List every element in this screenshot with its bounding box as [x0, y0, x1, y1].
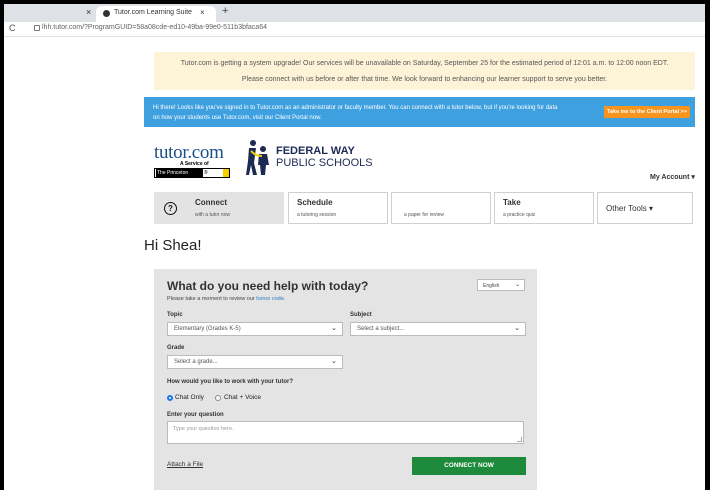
tab-strip: × Tutor.com Learning Suite × +	[4, 4, 705, 22]
chat-voice-radio[interactable]	[215, 395, 221, 401]
new-tab-button[interactable]: +	[222, 5, 228, 17]
chat-only-radio[interactable]	[167, 395, 173, 401]
language-select[interactable]: English ⌄	[477, 279, 525, 291]
notice-line-2: Please connect with us before or after t…	[241, 76, 608, 83]
upgrade-notice: Tutor.com is getting a system upgrade! O…	[154, 52, 695, 90]
tab-other-tools-label: Other Tools ▾	[606, 204, 653, 213]
princeton-accent	[223, 169, 229, 177]
my-account-menu[interactable]: My Account ▾	[650, 173, 695, 181]
notice-line-1: Tutor.com is getting a system upgrade! O…	[180, 60, 669, 67]
language-value: English	[483, 283, 500, 289]
tab-take-label: Take	[503, 198, 521, 207]
browser-window: × Tutor.com Learning Suite × + C lhh.tut…	[4, 4, 705, 490]
tab-review-sub: a paper for review	[404, 212, 445, 218]
banner-line-2: on how your students use Tutor.com, visi…	[153, 115, 322, 121]
active-tab[interactable]: Tutor.com Learning Suite ×	[96, 6, 216, 22]
question-label: Enter your question	[167, 412, 224, 418]
chevron-down-icon: ⌄	[331, 325, 337, 332]
page-content: Tutor.com is getting a system upgrade! O…	[4, 37, 705, 490]
tab-schedule-label: Schedule	[297, 198, 333, 207]
form-title: What do you need help with today?	[167, 279, 369, 293]
subject-select[interactable]: Select a subject... ⌄	[350, 322, 526, 336]
url-field[interactable]: lhh.tutor.com/?ProgramGUID=58a08cde-ed10…	[42, 24, 267, 31]
tab-take-sub: a practice quiz	[503, 212, 536, 218]
grade-select[interactable]: Select a grade... ⌄	[167, 355, 343, 369]
subject-placeholder: Select a subject...	[357, 326, 405, 332]
tab-connect-sub: with a tutor now	[195, 212, 231, 218]
chevron-down-icon: ⌄	[514, 325, 520, 332]
banner-line-1: Hi there! Looks like you've signed in to…	[153, 105, 558, 111]
reload-icon[interactable]: C	[9, 23, 16, 33]
registered-mark: ®	[204, 170, 208, 176]
chevron-down-icon: ⌄	[331, 358, 337, 365]
resize-handle-icon[interactable]	[517, 437, 522, 442]
federal-way-emblem-icon	[246, 140, 269, 175]
grade-label: Grade	[167, 345, 185, 351]
client-portal-button[interactable]: Take me to the Client Portal >>	[604, 106, 690, 118]
honor-code-text: Please take a moment to review our honor…	[167, 296, 285, 302]
subject-label: Subject	[350, 312, 372, 318]
chevron-down-icon: ⌄	[514, 282, 520, 288]
tab-schedule[interactable]: Schedule a tutoring session	[288, 192, 388, 224]
tab-take[interactable]: Take a practice quiz	[494, 192, 594, 224]
princeton-review-logo: The Princeton Review ®	[154, 168, 230, 184]
tab-other-tools[interactable]: Other Tools ▾	[597, 192, 693, 224]
work-mode-label: How would you like to work with your tut…	[167, 379, 293, 385]
question-placeholder: Type your question here.	[173, 426, 234, 432]
help-icon: ?	[164, 202, 177, 215]
honor-prefix: Please take a moment to review our	[167, 296, 257, 302]
tab-close-icon[interactable]: ×	[200, 8, 205, 17]
federal-way-title: FEDERAL WAY	[276, 145, 355, 157]
chat-only-label[interactable]: Chat Only	[175, 394, 204, 401]
federal-way-subtitle: PUBLIC SCHOOLS	[276, 157, 373, 169]
connect-now-button[interactable]: CONNECT NOW	[412, 457, 526, 475]
attach-file-link[interactable]: Attach a File	[167, 461, 203, 468]
grade-placeholder: Select a grade...	[174, 359, 218, 365]
tab-connect[interactable]: ? Connect with a tutor now	[154, 192, 284, 224]
topic-value: Elementary (Grades K-5)	[174, 326, 241, 332]
help-request-form: What do you need help with today? Englis…	[154, 269, 537, 490]
greeting: Hi Shea!	[144, 237, 202, 254]
tab-close-icon[interactable]: ×	[86, 7, 91, 17]
tab-review[interactable]: a paper for review	[391, 192, 491, 224]
service-of-label: A Service of	[180, 161, 209, 167]
tab-schedule-sub: a tutoring session	[297, 212, 337, 218]
chat-voice-label[interactable]: Chat + Voice	[224, 394, 261, 401]
favicon-icon	[103, 10, 110, 17]
princeton-review-label: The Princeton Review	[156, 169, 203, 184]
lock-icon	[34, 25, 40, 31]
address-bar: C lhh.tutor.com/?ProgramGUID=58a08cde-ed…	[4, 22, 705, 37]
topic-label: Topic	[167, 312, 183, 318]
admin-banner: Hi there! Looks like you've signed in to…	[144, 97, 695, 127]
tab-title: Tutor.com Learning Suite	[114, 9, 192, 16]
question-textarea[interactable]: Type your question here.	[167, 421, 524, 444]
honor-code-link[interactable]: honor code.	[256, 296, 285, 302]
topic-select[interactable]: Elementary (Grades K-5) ⌄	[167, 322, 343, 336]
tab-connect-label: Connect	[195, 198, 227, 207]
